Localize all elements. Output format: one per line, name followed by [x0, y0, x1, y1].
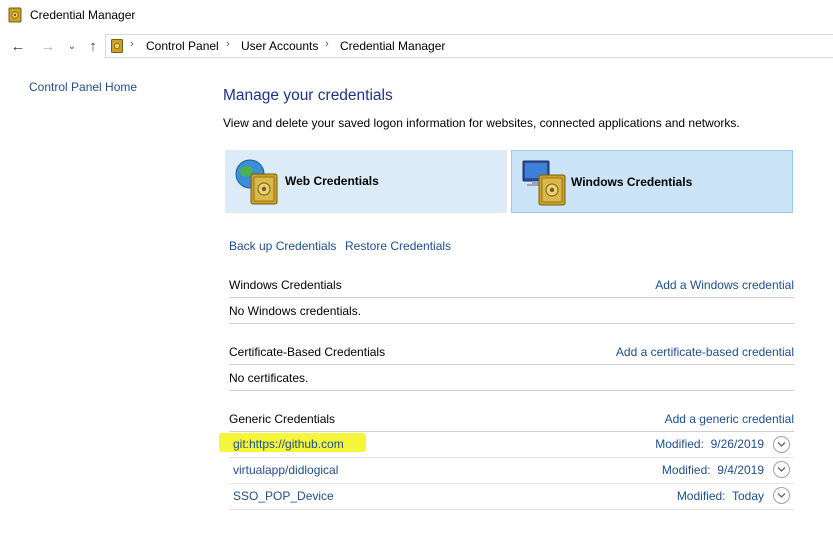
up-arrow-icon[interactable]: ↑	[84, 37, 102, 57]
breadcrumb-separator-icon: ›	[130, 38, 134, 50]
windows-credentials-tile[interactable]: Windows Credentials	[511, 150, 793, 213]
windows-credentials-icon	[522, 160, 566, 206]
web-credentials-icon	[235, 159, 278, 205]
credential-name[interactable]: SSO_POP_Device	[233, 489, 334, 503]
back-up-credentials-link[interactable]: Back up Credentials	[229, 239, 336, 253]
breadcrumb-credential-manager[interactable]: Credential Manager	[340, 39, 445, 53]
section-divider	[229, 297, 794, 298]
expand-chevron-icon[interactable]	[773, 487, 790, 504]
control-panel-home-link[interactable]: Control Panel Home	[29, 80, 137, 94]
page-description: View and delete your saved logon informa…	[223, 116, 740, 130]
add-certificate-credential-link[interactable]: Add a certificate-based credential	[616, 345, 794, 359]
windows-credentials-heading: Windows Credentials	[229, 278, 342, 292]
expand-chevron-icon[interactable]	[773, 436, 790, 453]
restore-credentials-link[interactable]: Restore Credentials	[345, 239, 451, 253]
no-certificates-text: No certificates.	[229, 371, 309, 385]
row-divider	[229, 509, 794, 510]
control-panel-icon	[111, 39, 123, 53]
breadcrumb-separator-icon: ›	[226, 38, 230, 50]
web-credentials-label: Web Credentials	[285, 174, 379, 188]
breadcrumb-user-accounts[interactable]: User Accounts	[241, 39, 318, 53]
window-title: Credential Manager	[30, 8, 136, 22]
title-bar: Credential Manager	[0, 0, 833, 32]
add-windows-credential-link[interactable]: Add a Windows credential	[655, 278, 794, 292]
modified-date: Modified: Today	[676, 489, 764, 503]
generic-credentials-heading: Generic Credentials	[229, 412, 336, 426]
section-divider	[229, 364, 794, 365]
navigation-bar: ← → ⌄ ↑ › Control Panel › User Accounts …	[0, 33, 833, 61]
web-credentials-tile[interactable]: Web Credentials	[225, 150, 507, 213]
modified-date: Modified: 9/4/2019	[661, 463, 764, 477]
credential-name[interactable]: virtualapp/didlogical	[233, 463, 338, 477]
address-bar[interactable]: › Control Panel › User Accounts › Creden…	[105, 34, 833, 58]
page-title: Manage your credentials	[223, 87, 393, 104]
recent-locations-chevron-icon[interactable]: ⌄	[63, 37, 81, 57]
no-windows-credentials-text: No Windows credentials.	[229, 304, 362, 318]
row-divider	[229, 483, 794, 484]
back-arrow-icon[interactable]: ←	[9, 37, 27, 57]
section-divider	[229, 431, 794, 432]
credential-manager-icon	[8, 7, 22, 23]
windows-credentials-label: Windows Credentials	[571, 175, 693, 189]
add-generic-credential-link[interactable]: Add a generic credential	[665, 412, 794, 426]
credential-name[interactable]: git:https://github.com	[233, 437, 344, 451]
forward-arrow-icon[interactable]: →	[39, 37, 57, 57]
certificate-credentials-heading: Certificate-Based Credentials	[229, 345, 386, 359]
section-divider	[229, 390, 794, 391]
row-divider	[229, 457, 794, 458]
expand-chevron-icon[interactable]	[773, 461, 790, 478]
modified-date: Modified: 9/26/2019	[655, 437, 764, 451]
section-divider	[229, 323, 794, 324]
breadcrumb-separator-icon: ›	[325, 38, 329, 50]
breadcrumb-control-panel[interactable]: Control Panel	[146, 39, 219, 53]
